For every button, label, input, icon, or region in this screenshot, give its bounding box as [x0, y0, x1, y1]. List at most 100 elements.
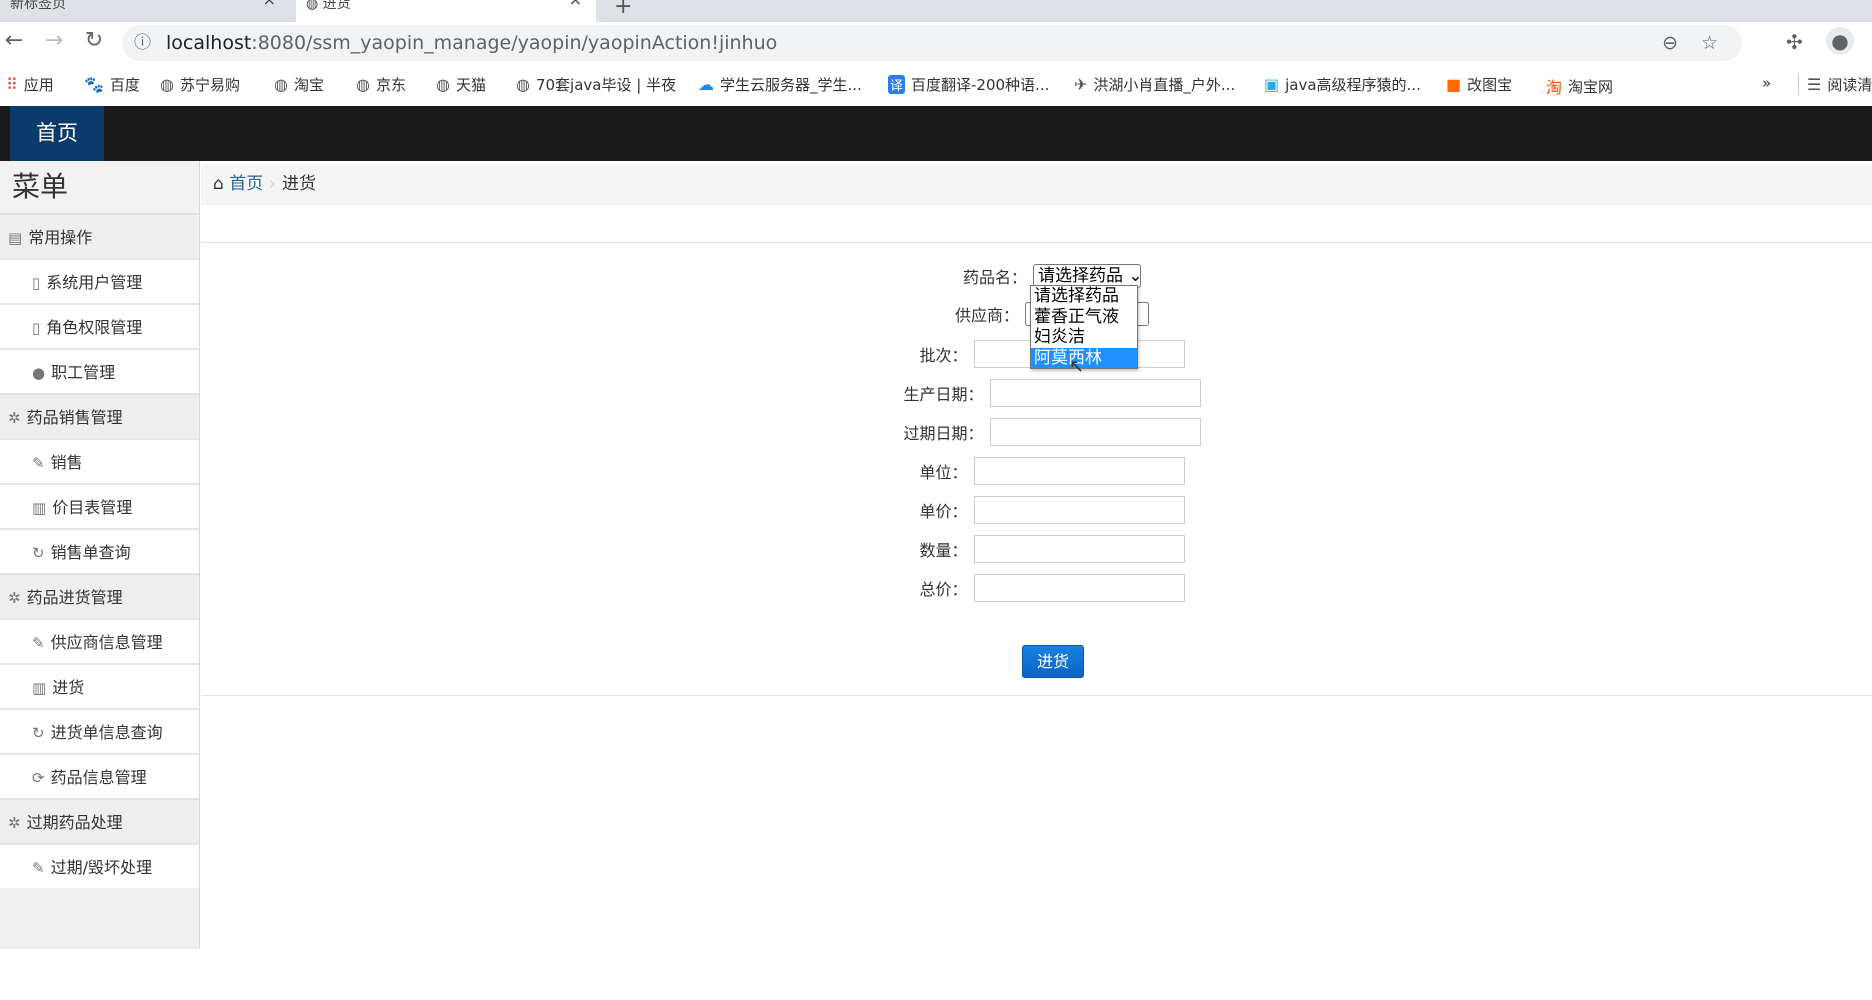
bookmark-item[interactable]: ⠿ 应用	[6, 74, 54, 95]
browser-tab-strip: 新标签页 × ◍ 进货 × +	[0, 0, 1872, 22]
sidebar-item[interactable]: ▯ 角色权限管理	[0, 303, 199, 348]
address-bar[interactable]: ⓘ localhost:8080/ssm_yaopin_manage/yaopin…	[122, 25, 1742, 61]
tab-title: 进货	[322, 0, 351, 12]
total-price-label: 总价：	[919, 580, 968, 599]
sidebar-item[interactable]: ● 职工管理	[0, 348, 199, 393]
bookmark-item[interactable]: ◍ 70套java毕设 | 半夜	[516, 74, 676, 95]
unit-price-label: 单价：	[919, 502, 968, 521]
expiry-date-row: 过期日期：	[232, 418, 1872, 446]
total-price-input[interactable]	[973, 574, 1185, 602]
sidebar-group-label: 常用操作	[28, 228, 93, 247]
expiry-date-label: 过期日期：	[903, 424, 984, 443]
unit-price-row: 单价：	[232, 496, 1872, 524]
sidebar-item-label: 进货单信息查询	[50, 723, 163, 742]
reading-list-button[interactable]: ☰ 阅读清	[1798, 74, 1872, 95]
sidebar-group-label: 药品进货管理	[26, 588, 123, 607]
breadcrumb-home-link[interactable]: 首页	[229, 174, 263, 194]
production-date-input[interactable]	[989, 379, 1201, 407]
stock-in-submit-button[interactable]: 进货	[1022, 645, 1084, 678]
wrench-icon: ✎	[32, 859, 45, 877]
trash-icon: ▥	[32, 499, 47, 517]
bookmark-item[interactable]: ◍ 苏宁易购	[160, 74, 240, 95]
bookmark-item[interactable]: 淘淘宝网	[1546, 74, 1613, 98]
sidebar-item-label: 职工管理	[51, 363, 116, 382]
bookmark-item[interactable]: ◍ 淘宝	[274, 74, 324, 95]
browser-tab[interactable]: 新标签页 ×	[0, 0, 290, 22]
globe-icon: ◍	[306, 0, 323, 12]
expiry-date-input[interactable]	[989, 418, 1201, 446]
divider	[201, 695, 1872, 696]
sidebar-group-header[interactable]: ✲ 药品销售管理	[0, 393, 199, 438]
sidebar-item[interactable]: ✎ 过期/毁坏处理	[0, 843, 199, 888]
gear-icon: ✲	[8, 814, 21, 832]
sidebar-group-header[interactable]: ✲ 过期药品处理	[0, 798, 199, 843]
bookmark-item[interactable]: 🐾 百度	[84, 74, 140, 95]
zoom-icon[interactable]: ⊖	[1662, 25, 1678, 61]
profile-icon[interactable]: ●	[1826, 27, 1854, 55]
bookmark-label: 改图宝	[1467, 76, 1513, 94]
translate-icon: 译	[888, 75, 906, 94]
bookmark-item[interactable]: ◍ 京东	[356, 74, 406, 95]
gear-icon: ✲	[8, 589, 21, 607]
nav-home-tab[interactable]: 首页	[10, 106, 104, 161]
drug-name-label: 药品名：	[962, 268, 1027, 287]
sidebar-item[interactable]: ↻ 进货单信息查询	[0, 708, 199, 753]
dropdown-option[interactable]: 藿香正气液	[1031, 307, 1137, 328]
production-date-row: 生产日期：	[232, 379, 1872, 407]
mouse-cursor-icon: ↖	[1069, 356, 1085, 377]
sidebar-item[interactable]: ↻ 销售单查询	[0, 528, 199, 573]
bookmark-item[interactable]: ✈ 洪湖小肖直播_户外...	[1074, 74, 1235, 95]
globe-icon: ◍	[436, 75, 450, 94]
forward-icon[interactable]: →	[40, 28, 68, 53]
back-icon[interactable]: ←	[0, 28, 28, 53]
dropdown-option[interactable]: 请选择药品	[1031, 286, 1137, 307]
browser-tab-active[interactable]: ◍ 进货 ×	[296, 0, 596, 22]
comment-icon: ●	[32, 364, 46, 382]
sidebar-item[interactable]: ▥ 进货	[0, 663, 199, 708]
file-icon: ▯	[32, 274, 41, 292]
batch-label: 批次：	[919, 346, 968, 365]
bookmark-label: 应用	[23, 76, 54, 94]
globe-icon: ◍	[274, 75, 288, 94]
new-tab-button[interactable]: +	[614, 0, 632, 19]
sidebar-item[interactable]: ✎ 供应商信息管理	[0, 618, 199, 663]
sidebar-item[interactable]: ▯ 系统用户管理	[0, 258, 199, 303]
wrench-icon: ✎	[32, 454, 45, 472]
cloud-icon: ☁	[698, 75, 714, 94]
tab-title: 新标签页	[10, 0, 66, 12]
bookmark-label: 淘宝网	[1568, 77, 1614, 96]
bookmark-label: 京东	[375, 76, 406, 94]
bookmark-item[interactable]: ◍ 天猫	[436, 74, 486, 95]
sidebar-item[interactable]: ✎ 销售	[0, 438, 199, 483]
sidebar-item-label: 系统用户管理	[46, 273, 143, 292]
bookmark-item[interactable]: ■ 改图宝	[1446, 74, 1512, 95]
globe-icon: ◍	[160, 75, 174, 94]
taobao-icon: 淘	[1546, 78, 1563, 97]
sidebar-group-label: 药品销售管理	[26, 408, 123, 427]
quantity-label: 数量：	[919, 541, 968, 560]
unit-input[interactable]	[973, 457, 1185, 485]
quantity-input[interactable]	[973, 535, 1185, 563]
reload-icon[interactable]: ↻	[80, 28, 108, 53]
gaitubao-icon: ■	[1446, 75, 1462, 94]
bookmark-item[interactable]: 译百度翻译-200种语...	[888, 74, 1049, 95]
extensions-icon[interactable]: ✣	[1786, 30, 1803, 54]
browser-toolbar: ← → ↻ ⓘ localhost:8080/ssm_yaopin_manage/…	[0, 22, 1872, 64]
dropdown-option[interactable]: 妇炎洁	[1031, 327, 1137, 348]
bookmark-label: 70套java毕设 | 半夜	[535, 76, 677, 94]
sidebar-group-header[interactable]: ▤ 常用操作	[0, 213, 199, 258]
bookmarks-more-button[interactable]: »	[1762, 74, 1771, 92]
bookmark-item[interactable]: ☁ 学生云服务器_学生...	[698, 74, 862, 95]
bookmark-item[interactable]: ▣ java高级程序猿的...	[1264, 74, 1421, 95]
close-icon[interactable]: ×	[569, 0, 582, 8]
contact-card-icon: ▤	[8, 229, 23, 247]
sidebar-group-header[interactable]: ✲ 药品进货管理	[0, 573, 199, 618]
sidebar-item[interactable]: ▥ 价目表管理	[0, 483, 199, 528]
unit-label: 单位：	[919, 463, 968, 482]
sidebar-item[interactable]: ⟳ 药品信息管理	[0, 753, 199, 798]
home-icon: ⌂	[213, 174, 230, 194]
unit-price-input[interactable]	[973, 496, 1185, 524]
reading-list-label: 阅读清	[1827, 76, 1872, 94]
star-icon[interactable]: ☆	[1701, 25, 1718, 61]
close-icon[interactable]: ×	[263, 0, 276, 8]
